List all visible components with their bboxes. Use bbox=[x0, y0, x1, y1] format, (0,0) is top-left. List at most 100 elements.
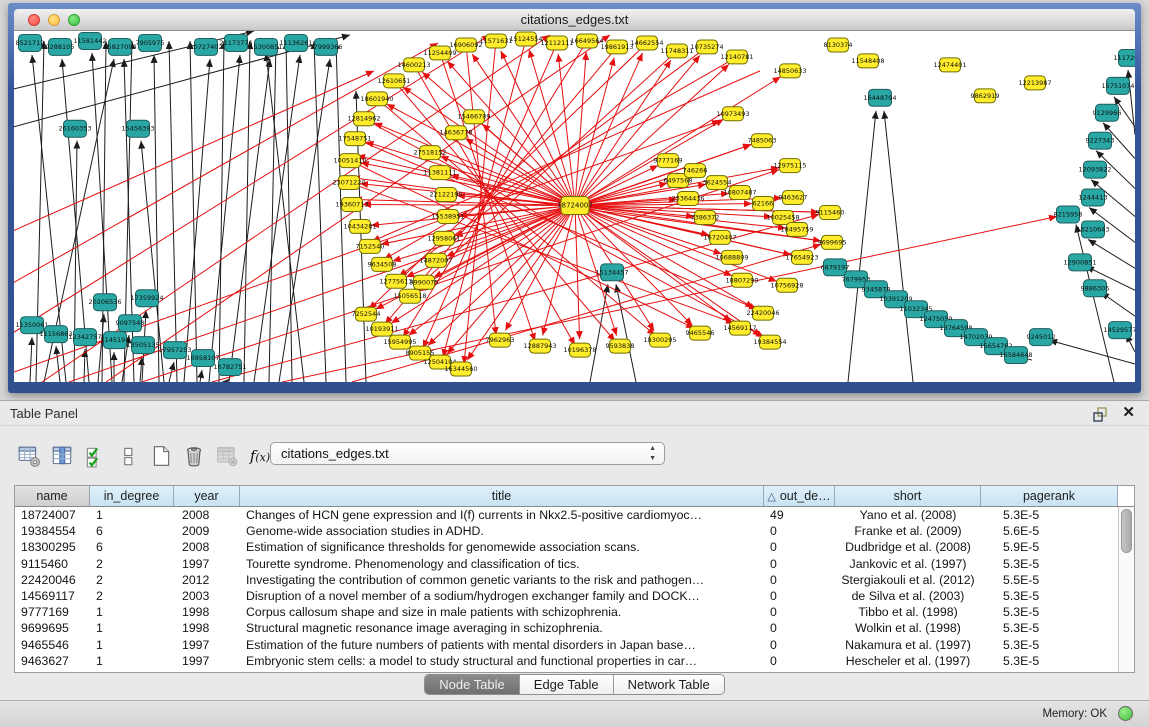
graph-node[interactable]: 17654923 bbox=[785, 250, 818, 264]
graph-node[interactable]: 10973493 bbox=[716, 107, 749, 121]
graph-node[interactable]: 22122190 bbox=[429, 188, 462, 202]
graph-node[interactable]: 12342757 bbox=[68, 329, 101, 346]
graph-node[interactable]: 62166 bbox=[753, 197, 774, 211]
graph-node[interactable]: 18601940 bbox=[360, 92, 393, 106]
graph-node[interactable]: 15134457 bbox=[595, 264, 628, 281]
graph-node[interactable]: 16344560 bbox=[444, 362, 477, 376]
graph-node[interactable]: 16782751 bbox=[213, 359, 246, 376]
graph-node[interactable]: 7152540 bbox=[356, 239, 385, 253]
graph-node[interactable]: 7386372 bbox=[691, 210, 720, 224]
graph-node[interactable]: 11748311 bbox=[660, 44, 693, 58]
graph-node[interactable]: 9097548 bbox=[116, 315, 145, 332]
graph-node[interactable]: 746266 bbox=[683, 164, 708, 178]
table-row[interactable]: 2242004622012Investigating the contribut… bbox=[15, 572, 1118, 588]
graph-node[interactable]: 10727402 bbox=[189, 38, 222, 55]
graph-node[interactable]: 9593838 bbox=[606, 339, 635, 353]
graph-node[interactable]: 12093822 bbox=[1078, 161, 1111, 178]
graph-node[interactable]: 20206536 bbox=[88, 294, 121, 311]
graph-node[interactable]: 14850633 bbox=[773, 64, 806, 78]
delete-table-icon[interactable] bbox=[181, 443, 207, 469]
column-header-title[interactable]: title bbox=[240, 486, 764, 506]
graph-node[interactable]: 7485063 bbox=[748, 134, 777, 148]
scrollbar-thumb[interactable] bbox=[1121, 509, 1132, 553]
graph-node[interactable]: 21173776 bbox=[219, 34, 252, 51]
graph-node[interactable]: 10807487 bbox=[723, 186, 756, 200]
graph-node[interactable]: 15827094 bbox=[103, 38, 136, 55]
graph-node[interactable]: 12975115 bbox=[773, 159, 806, 173]
table-settings-icon[interactable] bbox=[16, 443, 42, 469]
graph-node[interactable]: 16210643 bbox=[1076, 221, 1109, 238]
graph-node[interactable]: 8215958 bbox=[1054, 206, 1083, 223]
table-select-dropdown[interactable]: citations_edges.txt ▲▼ bbox=[270, 442, 665, 465]
graph-node[interactable]: 23071220 bbox=[332, 176, 365, 190]
column-header-short[interactable]: short bbox=[835, 486, 981, 506]
show-column-icon[interactable] bbox=[49, 443, 75, 469]
window-titlebar[interactable]: citations_edges.txt bbox=[14, 9, 1135, 31]
graph-node[interactable]: 19861913 bbox=[600, 40, 633, 54]
graph-node[interactable]: 14600213 bbox=[397, 58, 430, 72]
table-row[interactable]: 977716911998Corpus callosum shape and si… bbox=[15, 604, 1118, 620]
graph-node[interactable]: 1145194 bbox=[101, 332, 130, 349]
graph-node[interactable]: 12900851 bbox=[1063, 254, 1096, 271]
graph-node[interactable]: 9634508 bbox=[368, 257, 397, 271]
graph-node[interactable]: 16584648 bbox=[999, 347, 1032, 364]
graph-node[interactable]: 14569117 bbox=[723, 321, 756, 335]
graph-node[interactable]: 9465546 bbox=[686, 326, 715, 340]
graph-node[interactable]: 17359924 bbox=[130, 290, 163, 307]
graph-node[interactable]: 15751074 bbox=[1101, 77, 1134, 94]
graph-node[interactable]: 15456393 bbox=[121, 120, 154, 137]
graph-node[interactable]: 19384554 bbox=[753, 335, 786, 349]
graph-node[interactable]: 18495759 bbox=[780, 222, 813, 236]
graph-node[interactable]: 10193911 bbox=[365, 322, 398, 336]
graph-node[interactable]: 12775613 bbox=[379, 274, 412, 288]
new-table-icon[interactable] bbox=[148, 443, 174, 469]
graph-node[interactable]: 10051410 bbox=[333, 154, 366, 168]
table-row[interactable]: 969969511998Structural magnetic resonanc… bbox=[15, 620, 1118, 636]
table-row[interactable]: 1872400712008Changes of HCN gene express… bbox=[15, 507, 1118, 523]
graph-node[interactable]: 9777169 bbox=[654, 154, 683, 168]
tab-node-table[interactable]: Node Table bbox=[425, 675, 520, 694]
column-header-pagerank[interactable]: pagerank bbox=[981, 486, 1118, 506]
graph-node[interactable]: 10735274 bbox=[690, 40, 723, 54]
unselect-all-icon[interactable] bbox=[115, 443, 141, 469]
column-header-name[interactable]: name bbox=[15, 486, 90, 506]
graph-node[interactable]: 18807299 bbox=[725, 273, 758, 287]
graph-node[interactable]: 9463627 bbox=[779, 191, 808, 205]
graph-node[interactable]: 22420046 bbox=[746, 306, 779, 320]
graph-node[interactable]: 12887943 bbox=[523, 339, 556, 353]
graph-node[interactable]: 10756928 bbox=[770, 278, 803, 292]
graph-node[interactable]: 14529577 bbox=[1103, 322, 1135, 339]
graph-node[interactable]: 16448794 bbox=[863, 89, 896, 106]
column-header-out_de[interactable]: △out_de… bbox=[764, 486, 835, 506]
select-all-icon[interactable] bbox=[82, 443, 108, 469]
table-row[interactable]: 911546021997Tourette syndrome. Phenomeno… bbox=[15, 556, 1118, 572]
graph-node[interactable]: 11548408 bbox=[851, 54, 884, 68]
graph-node[interactable]: 11172954 bbox=[1113, 49, 1135, 66]
graph-node[interactable]: 7905975 bbox=[136, 34, 165, 51]
graph-node[interactable]: 12958061 bbox=[427, 231, 460, 245]
graph-node[interactable]: 12474401 bbox=[933, 58, 966, 72]
graph-node[interactable]: 16720407 bbox=[703, 230, 736, 244]
graph-node[interactable]: 12140781 bbox=[720, 50, 753, 64]
window-minimize-button[interactable] bbox=[48, 14, 60, 26]
graph-hub-node[interactable]: 18724007 bbox=[557, 197, 593, 215]
graph-node[interactable]: 17999366 bbox=[309, 38, 342, 55]
memory-status-indicator-icon[interactable] bbox=[1118, 706, 1133, 721]
table-scrollbar[interactable] bbox=[1118, 507, 1134, 672]
float-panel-icon[interactable] bbox=[1091, 405, 1109, 423]
graph-node[interactable]: 18300295 bbox=[643, 333, 676, 347]
graph-node[interactable]: 9990075 bbox=[410, 275, 439, 289]
graph-node[interactable]: 8521712 bbox=[16, 34, 45, 51]
graph-node[interactable]: 1244413 bbox=[1079, 189, 1108, 206]
graph-node[interactable]: 9862919 bbox=[971, 89, 1000, 103]
graph-node[interactable]: 16649564 bbox=[570, 34, 603, 48]
graph-node[interactable]: 10434281 bbox=[343, 219, 376, 233]
graph-node[interactable]: 9129966 bbox=[1093, 104, 1122, 121]
window-close-button[interactable] bbox=[28, 14, 40, 26]
tab-edge-table[interactable]: Edge Table bbox=[520, 675, 614, 694]
table-row[interactable]: 1456911722003Disruption of a novel membe… bbox=[15, 588, 1118, 604]
graph-node[interactable]: 11571631 bbox=[479, 34, 512, 48]
graph-node[interactable]: 9245012 bbox=[1027, 329, 1056, 346]
close-panel-icon[interactable]: ✕ bbox=[1122, 403, 1135, 421]
graph-node[interactable]: 19360713 bbox=[335, 198, 368, 212]
